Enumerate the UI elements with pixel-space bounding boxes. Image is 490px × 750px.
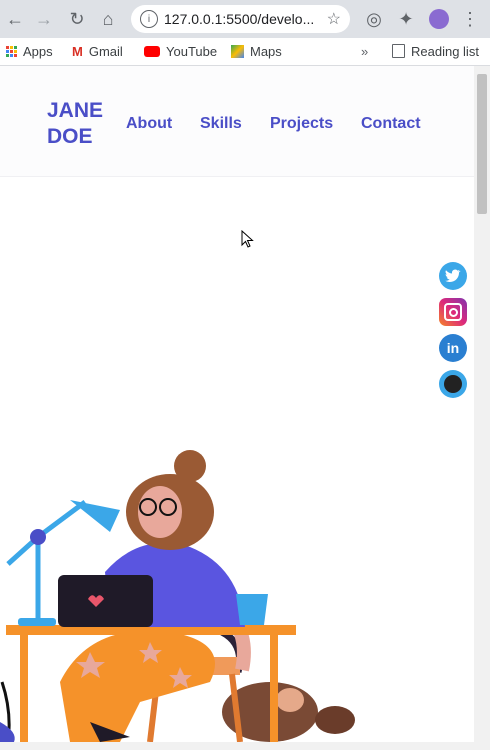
twitter-icon[interactable] (439, 262, 467, 290)
info-icon[interactable]: i (140, 10, 158, 28)
cursor-icon (241, 230, 254, 248)
menu-icon[interactable]: ⋮ (458, 7, 482, 31)
nav-contact[interactable]: Contact (361, 115, 421, 133)
back-arrow-icon[interactable]: ← (3, 7, 27, 31)
brand-logo[interactable]: JANE DOE (47, 98, 127, 150)
forward-arrow-icon[interactable]: → (32, 7, 56, 31)
url-text[interactable]: 127.0.0.1:5500/develo... (164, 11, 314, 27)
developer-illustration (0, 450, 355, 742)
bookmark-gmail[interactable]: M Gmail (72, 42, 123, 60)
bookmark-label: Apps (23, 43, 53, 59)
nav-skills[interactable]: Skills (200, 115, 242, 133)
scrollbar-thumb[interactable] (477, 74, 487, 214)
linkedin-icon[interactable]: in (439, 334, 467, 362)
browser-toolbar: ← → ↻ ⌂ i 127.0.0.1:5500/develo... ☆ ◎ ✦… (0, 0, 490, 38)
apps-grid-icon (6, 45, 17, 57)
bookmarks-bar: Apps M Gmail YouTube Maps » Reading list (0, 38, 490, 66)
star-icon[interactable]: ☆ (327, 9, 341, 29)
avatar[interactable] (427, 7, 451, 31)
gmail-icon: M (72, 43, 83, 59)
nav-about[interactable]: About (126, 115, 172, 133)
extension-icon[interactable]: ◎ (362, 7, 386, 31)
bookmark-apps[interactable]: Apps (6, 42, 53, 60)
github-icon[interactable] (439, 370, 467, 398)
reading-list-label: Reading list (411, 43, 479, 59)
horizontal-scrollbar[interactable] (0, 742, 490, 750)
reload-icon[interactable]: ↻ (65, 7, 89, 31)
page-viewport: JANE DOE About Skills Projects Contact i… (0, 66, 474, 742)
reading-list-icon (392, 44, 405, 58)
bookmark-label: YouTube (166, 43, 218, 59)
site-header: JANE DOE About Skills Projects Contact (0, 66, 474, 177)
instagram-icon[interactable] (439, 298, 467, 326)
bookmarks-overflow-button[interactable]: » (361, 42, 368, 60)
nav-projects[interactable]: Projects (270, 115, 333, 133)
bookmark-maps[interactable]: Maps (231, 42, 282, 60)
bookmark-label: Maps (250, 43, 282, 59)
home-icon[interactable]: ⌂ (96, 7, 120, 31)
maps-icon (231, 44, 244, 58)
youtube-icon (144, 45, 160, 57)
puzzle-icon[interactable]: ✦ (394, 7, 418, 31)
reading-list-button[interactable]: Reading list (392, 42, 479, 60)
vertical-scrollbar[interactable] (474, 66, 490, 742)
bookmark-label: Gmail (88, 43, 123, 59)
address-bar[interactable]: i 127.0.0.1:5500/develo... ☆ (131, 5, 350, 33)
bookmark-youtube[interactable]: YouTube (144, 42, 217, 60)
